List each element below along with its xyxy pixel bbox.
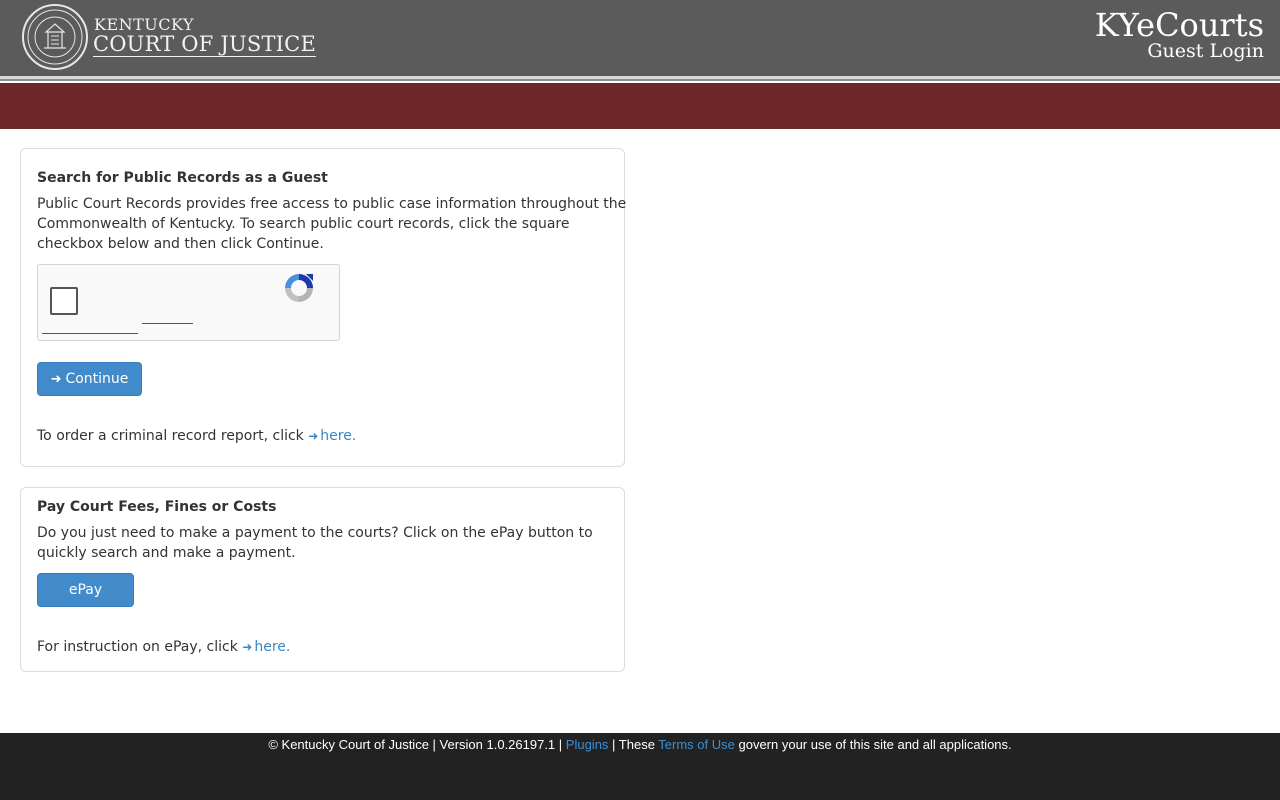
sign-in-icon: ➜ <box>242 640 253 654</box>
footer-copyright: © Kentucky Court of Justice | Version 1.… <box>268 737 566 752</box>
site-footer: © Kentucky Court of Justice | Version 1.… <box>0 733 1280 800</box>
criminal-record-link[interactable]: ➜ here. <box>308 428 356 444</box>
panel-title: Search for Public Records as a Guest <box>37 170 328 186</box>
epay-label: ePay <box>68 582 103 598</box>
epay-instruction-link[interactable]: ➜ here. <box>242 639 290 655</box>
nav-bar <box>0 83 1280 129</box>
criminal-record-line: To order a criminal record report, click… <box>37 426 627 446</box>
criminal-record-text: To order a criminal record report, click <box>37 428 309 444</box>
recaptcha-widget <box>37 264 340 341</box>
epay-instruction-text: For instruction on ePay, click <box>37 639 243 655</box>
brand-name[interactable]: COURT OF JUSTICE <box>93 32 316 57</box>
recaptcha-icon <box>285 274 313 302</box>
plugins-link[interactable]: Plugins <box>566 737 609 752</box>
recaptcha-privacy-link[interactable] <box>42 333 138 334</box>
payments-panel: Pay Court Fees, Fines or Costs Do you ju… <box>20 487 625 672</box>
header-divider-dark <box>0 79 1280 81</box>
footer-text: © Kentucky Court of Justice | Version 1.… <box>0 737 1280 752</box>
terms-of-use-link[interactable]: Terms of Use <box>658 737 735 752</box>
epay-button[interactable]: ePay <box>37 573 134 607</box>
court-seal-icon <box>22 4 88 70</box>
footer-tail: govern your use of this site and all app… <box>734 737 1012 752</box>
panel-description: Do you just need to make a payment to th… <box>37 525 593 561</box>
site-header: KENTUCKY COURT OF JUSTICE KYeCourts Gues… <box>0 0 1280 76</box>
panel-description: Public Court Records provides free acces… <box>37 196 627 252</box>
criminal-record-link-label: here. <box>320 428 357 444</box>
footer-separator: | These <box>608 737 659 752</box>
recaptcha-checkbox[interactable] <box>50 287 78 315</box>
recaptcha-terms-link[interactable] <box>142 323 193 324</box>
continue-label: Continue <box>65 371 129 387</box>
continue-button[interactable]: ➜ Continue <box>37 362 142 396</box>
app-title: KYeCourts <box>1094 6 1264 44</box>
app-subtitle: Guest Login <box>1147 40 1264 62</box>
epay-instruction-line: For instruction on ePay, click ➜ here. <box>37 637 627 657</box>
sign-in-icon: ➜ <box>308 429 319 443</box>
epay-instruction-link-label: here. <box>254 639 291 655</box>
public-records-panel: Search for Public Records as a Guest Pub… <box>20 148 627 467</box>
sign-in-icon: ➜ <box>50 371 62 387</box>
panel-title: Pay Court Fees, Fines or Costs <box>37 499 277 515</box>
